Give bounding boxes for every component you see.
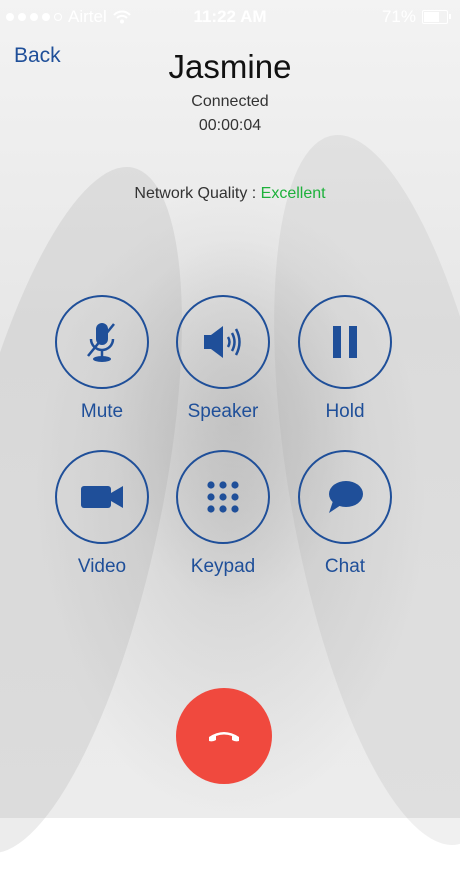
call-duration: 00:00:04	[198, 117, 262, 134]
status-bar: Airtel 11:22 AM 71%	[0, 0, 460, 34]
mute-button[interactable]	[55, 295, 149, 389]
battery-percent: 71%	[381, 7, 416, 26]
chat-button[interactable]	[298, 450, 392, 544]
video-label: Video	[77, 556, 127, 577]
chat-bubble-icon	[329, 481, 363, 513]
keypad-button[interactable]	[176, 450, 270, 544]
end-call-button[interactable]	[176, 688, 272, 784]
mute-label: Mute	[80, 401, 124, 422]
speaker-label: Speaker	[187, 401, 259, 422]
network-quality-value: Excellent	[260, 185, 326, 202]
video-button[interactable]	[55, 450, 149, 544]
hold-label: Hold	[325, 401, 365, 422]
hold-button[interactable]	[298, 295, 392, 389]
chat-label: Chat	[324, 556, 366, 577]
keypad-icon	[207, 481, 239, 513]
speaker-button[interactable]	[176, 295, 270, 389]
battery-icon	[422, 10, 451, 24]
network-quality: Network Quality : Excellent	[0, 185, 460, 203]
speaker-icon	[204, 326, 241, 358]
network-quality-label: Network Quality :	[134, 185, 257, 202]
microphone-muted-icon	[87, 323, 115, 362]
keypad-label: Keypad	[190, 556, 256, 577]
pause-icon	[333, 326, 357, 358]
hang-up-icon	[209, 732, 239, 742]
call-state: Connected	[191, 93, 269, 110]
video-camera-icon	[81, 486, 123, 508]
caller-name: Jasmine	[168, 48, 292, 85]
